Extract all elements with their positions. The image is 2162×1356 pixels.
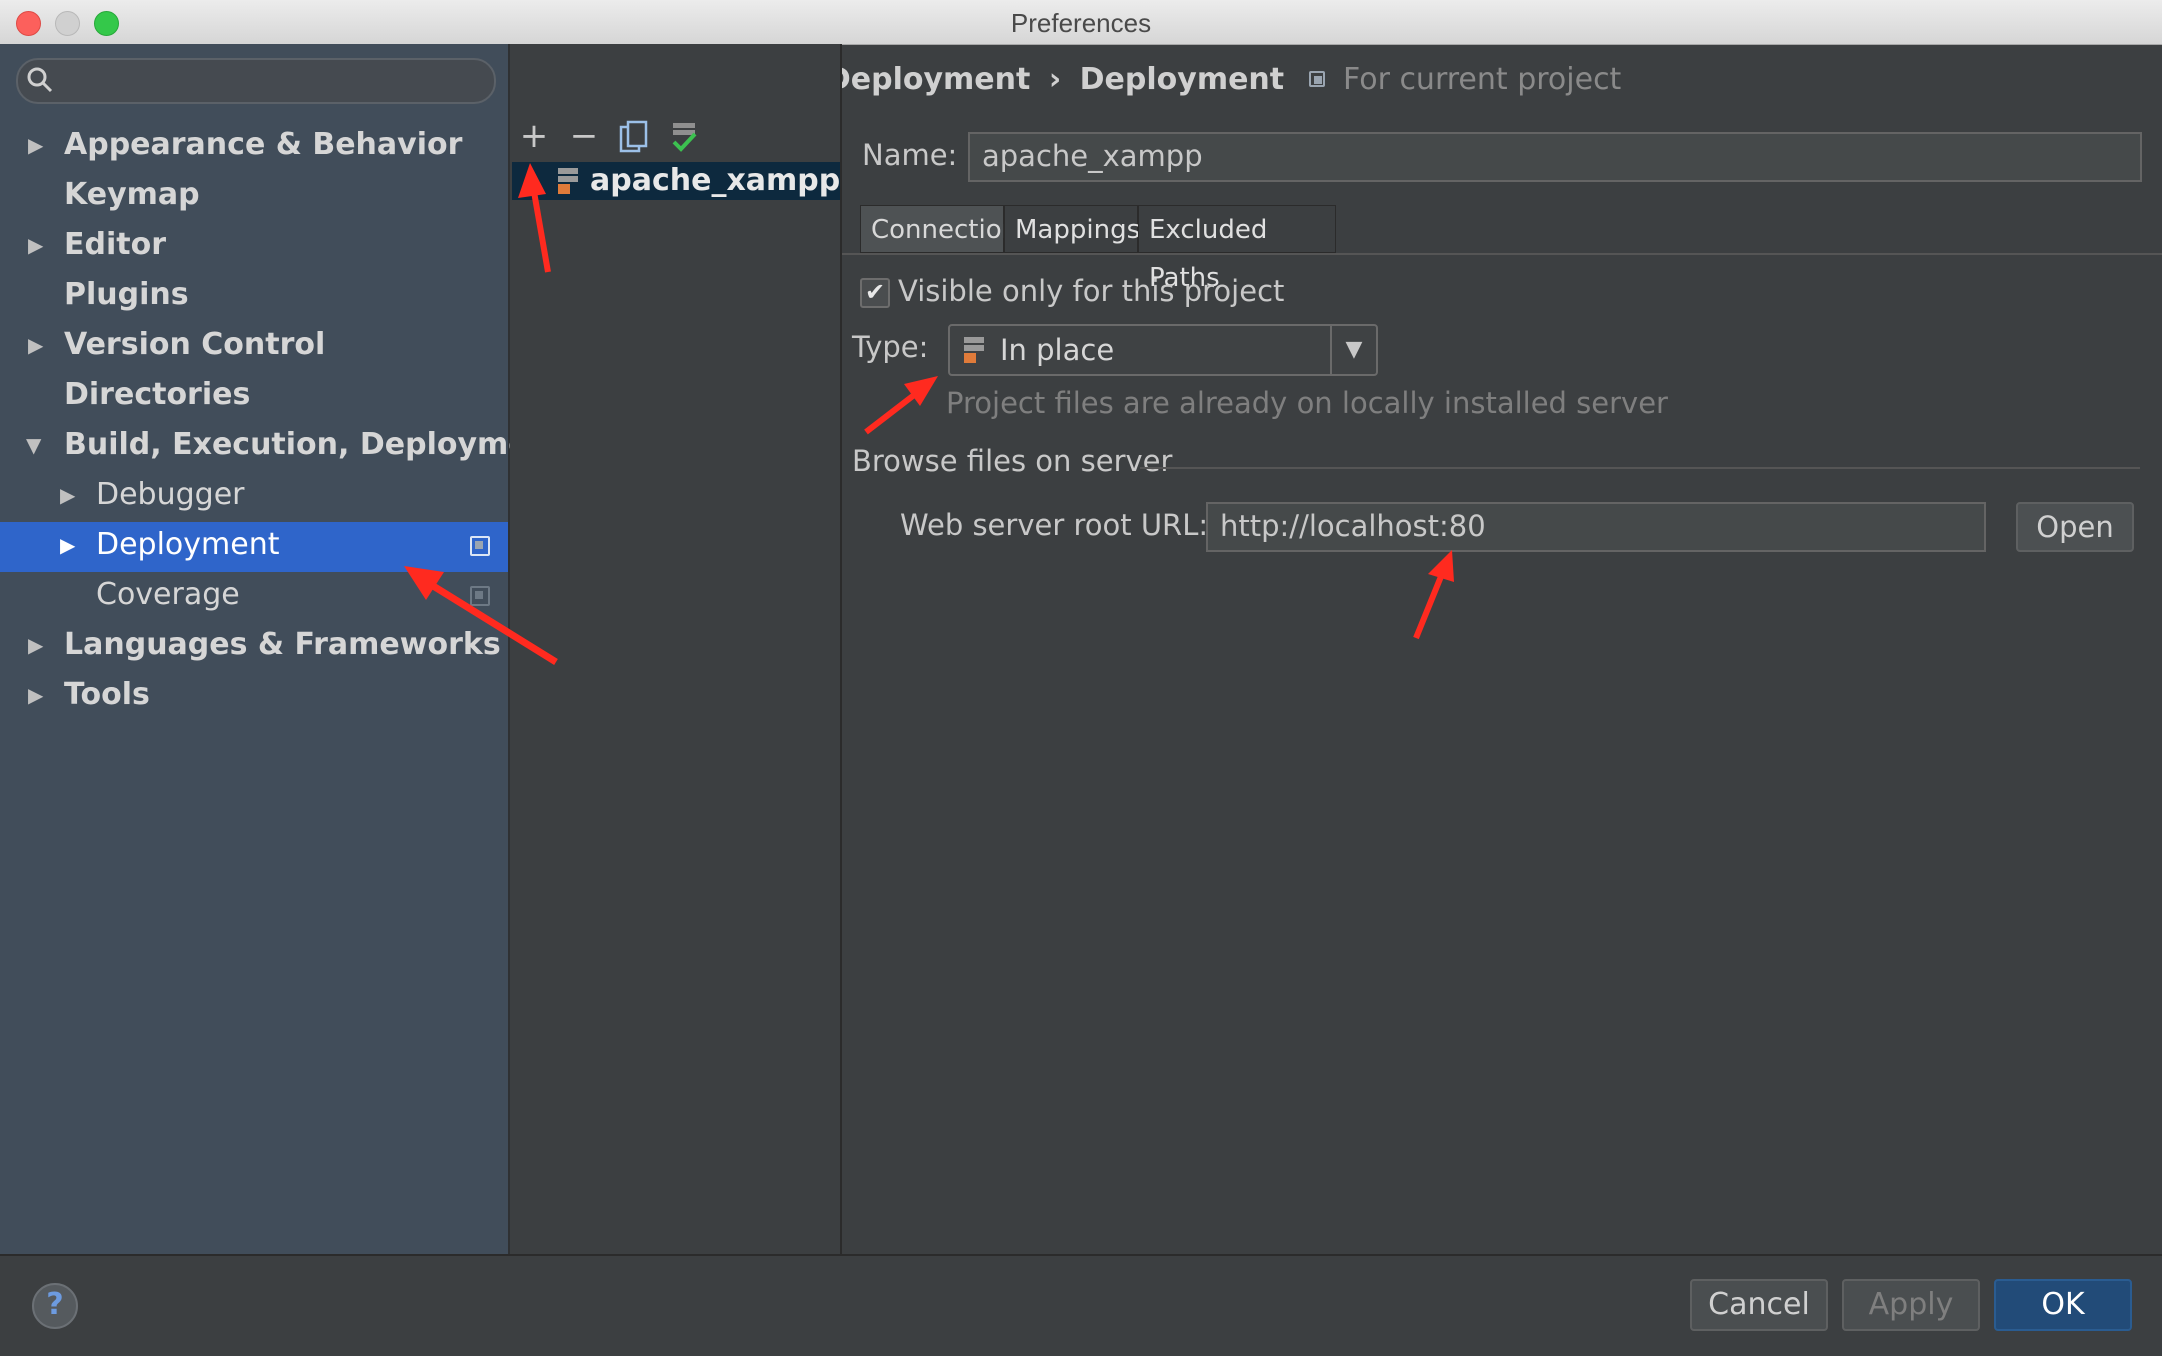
type-label: Type: — [852, 330, 929, 364]
tab-connection[interactable]: Connection — [860, 205, 1018, 253]
sidebar-item-version-control[interactable]: Version Control — [64, 320, 325, 370]
sidebar-item-plugins[interactable]: Plugins — [64, 270, 189, 320]
annotation-arrow-type — [864, 376, 938, 435]
remove-server-button[interactable]: − — [566, 118, 602, 154]
expand-arrow-icon[interactable]: ▶ — [28, 670, 43, 720]
tab-mappings[interactable]: Mappings — [1004, 205, 1140, 253]
cancel-button[interactable]: Cancel — [1690, 1279, 1828, 1331]
tab-excluded-paths[interactable]: Excluded Paths — [1138, 205, 1336, 293]
server-icon — [558, 168, 578, 194]
sidebar-item-languages-frameworks[interactable]: Languages & Frameworks — [64, 620, 501, 670]
expand-arrow-icon[interactable]: ▶ — [28, 620, 43, 670]
expand-arrow-icon[interactable]: ▶ — [28, 220, 43, 270]
web-root-url-label: Web server root URL: — [900, 508, 1209, 542]
open-url-button[interactable]: Open — [2016, 502, 2134, 552]
sidebar-item-directories[interactable]: Directories — [64, 370, 250, 420]
sidebar-item-editor[interactable]: Editor — [64, 220, 166, 270]
sidebar-item-coverage[interactable]: Coverage — [96, 570, 240, 620]
section-divider — [1140, 467, 2140, 469]
name-label: Name: — [862, 138, 958, 172]
search-icon — [27, 67, 53, 93]
project-scope-icon — [470, 586, 490, 606]
ok-button[interactable]: OK — [1994, 1279, 2132, 1331]
project-scope-icon — [1308, 71, 1325, 87]
in-place-server-icon — [964, 337, 984, 363]
server-list-panel — [510, 44, 842, 1254]
breadcrumb-separator: › — [1048, 62, 1062, 97]
copy-server-button[interactable] — [616, 118, 652, 154]
web-root-url-field[interactable]: http://localhost:80 — [1206, 502, 1986, 552]
server-name-field[interactable]: apache_xampp — [968, 132, 2142, 182]
breadcrumb-current: Deployment — [1079, 62, 1285, 97]
expand-arrow-icon[interactable]: ▶ — [60, 470, 75, 520]
window-title: Preferences — [1010, 8, 1152, 38]
sidebar-item-tools[interactable]: Tools — [64, 670, 150, 720]
add-server-button[interactable]: + — [516, 118, 552, 154]
visible-only-label: Visible only for this project — [898, 274, 1285, 308]
collapse-arrow-icon[interactable]: ▼ — [26, 420, 41, 470]
chevron-down-icon[interactable]: ▼ — [1330, 326, 1376, 374]
browse-files-section-title: Browse files on server — [852, 444, 1173, 478]
apply-button[interactable]: Apply — [1842, 1279, 1980, 1331]
visible-only-checkbox[interactable]: ✔ — [860, 278, 890, 308]
expand-arrow-icon[interactable]: ▶ — [28, 320, 43, 370]
help-button[interactable]: ? — [32, 1283, 78, 1329]
tab-divider — [842, 253, 2162, 255]
sidebar-item-build-execution-deployment[interactable]: Build, Execution, Deployment — [64, 420, 564, 470]
type-select[interactable]: In place ▼ — [948, 324, 1378, 376]
breadcrumb-scope: For current project — [1343, 62, 1622, 97]
type-hint-text: Project files are already on locally ins… — [946, 386, 1668, 420]
copy-icon — [619, 120, 648, 153]
sidebar-item-deployment[interactable]: Deployment — [96, 520, 280, 570]
sidebar-item-keymap[interactable]: Keymap — [64, 170, 200, 220]
sidebar-item-debugger[interactable]: Debugger — [96, 470, 245, 520]
annotation-arrow-url — [1413, 550, 1454, 640]
type-select-value: In place — [1000, 333, 1115, 367]
dialog-button-bar — [0, 1254, 2162, 1356]
set-default-server-button[interactable] — [666, 118, 702, 154]
settings-search-input[interactable] — [16, 58, 496, 104]
default-server-check-icon — [672, 123, 697, 152]
server-list-item-name[interactable]: apache_xampp — [590, 160, 840, 202]
sidebar-item-appearance[interactable]: Appearance & Behavior — [64, 120, 462, 170]
project-scope-icon — [470, 536, 490, 556]
expand-arrow-icon[interactable]: ▶ — [60, 520, 75, 570]
window-title-bar: Preferences — [0, 0, 2162, 45]
expand-arrow-icon[interactable]: ▶ — [28, 120, 43, 170]
